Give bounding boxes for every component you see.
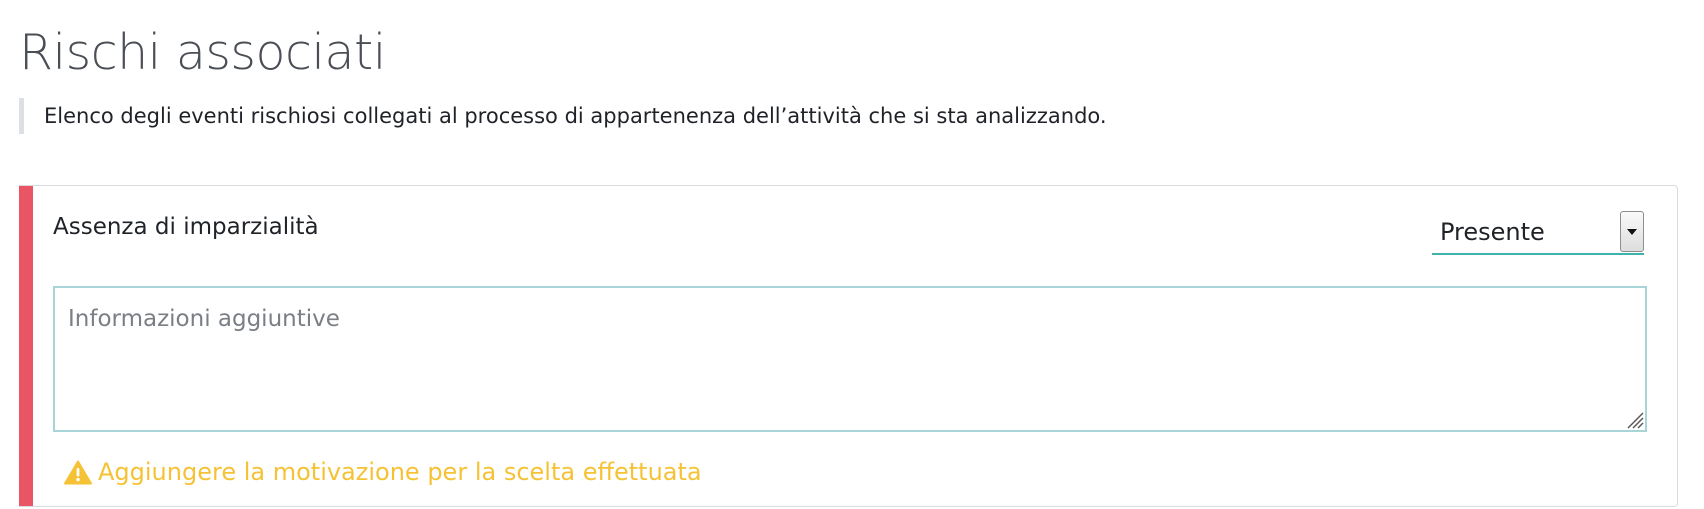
risk-card: Assenza di imparzialità Presente Aggiung… [19, 185, 1678, 507]
warning-triangle-icon [64, 460, 92, 485]
risk-name: Assenza di imparzialità [53, 214, 319, 240]
page-description-text: Elenco degli eventi rischiosi collegati … [44, 104, 1107, 128]
page-title: Rischi associati [19, 24, 386, 81]
risk-level-accent-bar [19, 186, 33, 506]
additional-info-textarea[interactable] [53, 286, 1647, 432]
risk-status-select[interactable]: Presente [1432, 208, 1644, 255]
page-description: Elenco degli eventi rischiosi collegati … [19, 98, 1107, 134]
resize-handle-icon[interactable] [1626, 411, 1644, 429]
risk-status-selected-value: Presente [1440, 218, 1545, 246]
dropdown-arrow-icon[interactable] [1620, 211, 1644, 252]
validation-warning: Aggiungere la motivazione per la scelta … [64, 456, 702, 488]
validation-warning-text: Aggiungere la motivazione per la scelta … [98, 458, 702, 486]
